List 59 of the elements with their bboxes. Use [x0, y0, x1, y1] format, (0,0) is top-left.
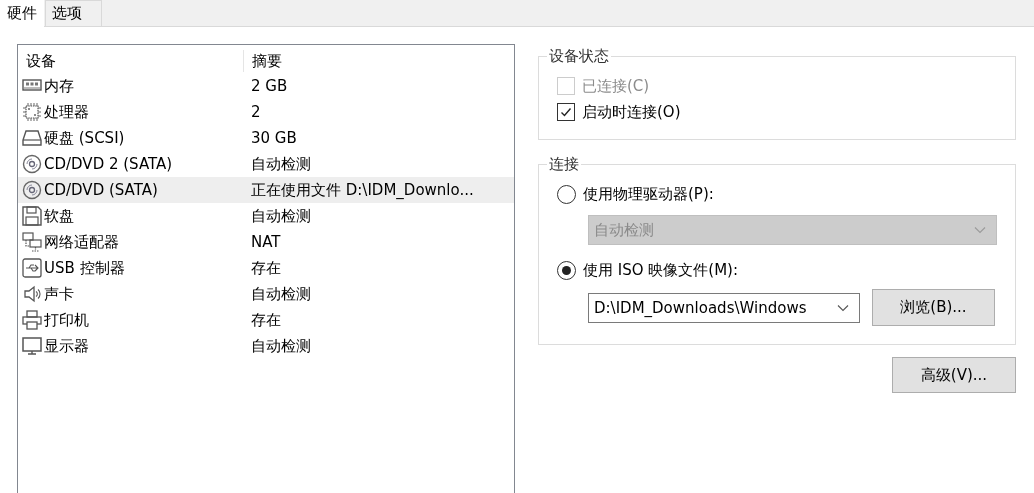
device-row[interactable]: 声卡 自动检测: [18, 281, 514, 307]
device-summary: 存在: [251, 310, 281, 330]
device-summary: 2: [251, 103, 261, 121]
device-summary: 30 GB: [251, 129, 297, 147]
device-row[interactable]: 打印机 存在: [18, 307, 514, 333]
iso-path-field[interactable]: D:\IDM_Downloads\Windows: [588, 292, 860, 323]
column-header[interactable]: 设备: [18, 51, 243, 71]
checkmark-icon: [559, 105, 573, 119]
device-name: CD/DVD 2 (SATA): [44, 155, 173, 173]
device-summary: 存在: [251, 258, 281, 278]
chevron-down-icon: [837, 303, 849, 312]
hard-drive-icon: [22, 128, 42, 148]
device-summary: 自动检测: [251, 336, 311, 356]
device-name: 网络适配器: [44, 232, 119, 252]
device-summary: 自动检测: [251, 154, 311, 174]
radio-label: 使用物理驱动器(P):: [583, 184, 714, 204]
device-summary: NAT: [251, 233, 281, 251]
device-row[interactable]: 处理器 2: [18, 99, 514, 125]
printer-icon: [22, 310, 42, 330]
device-row[interactable]: CD/DVD (SATA) 正在使用文件 D:\IDM_Downlo...: [18, 177, 514, 203]
group-title: 设备状态: [547, 46, 611, 66]
device-row[interactable]: 内存 2 GB: [18, 73, 514, 99]
device-name: 显示器: [44, 336, 89, 356]
group-title: 连接: [547, 154, 581, 174]
device-row[interactable]: 软盘 自动检测: [18, 203, 514, 229]
speaker-icon: [22, 284, 42, 304]
device-name: CD/DVD (SATA): [44, 181, 158, 199]
usb-icon: [22, 258, 42, 278]
advanced-button[interactable]: 高级(V)...: [892, 357, 1016, 393]
column-header[interactable]: 摘要: [243, 50, 282, 72]
device-name: 打印机: [44, 310, 89, 330]
device-row[interactable]: 显示器 自动检测: [18, 333, 514, 359]
chip-icon: [22, 102, 42, 122]
checkbox-label: 启动时连接(O): [582, 102, 681, 122]
device-name: USB 控制器: [44, 258, 125, 278]
device-name: 硬盘 (SCSI): [44, 128, 125, 148]
device-summary: 2 GB: [251, 77, 288, 95]
monitor-icon: [22, 336, 42, 356]
checkbox[interactable]: [557, 103, 575, 121]
chevron-down-icon: [974, 226, 986, 234]
tab[interactable]: 选项: [45, 0, 102, 26]
device-row[interactable]: USB 控制器 存在: [18, 255, 514, 281]
device-row[interactable]: CD/DVD 2 (SATA) 自动检测: [18, 151, 514, 177]
network-icon: [22, 232, 42, 252]
disc-icon: [22, 154, 42, 174]
device-summary: 正在使用文件 D:\IDM_Downlo...: [251, 180, 474, 200]
device-summary: 自动检测: [251, 206, 311, 226]
device-row[interactable]: 网络适配器 NAT: [18, 229, 514, 255]
device-name: 软盘: [44, 206, 74, 226]
device-name: 内存: [44, 76, 74, 96]
device-name: 声卡: [44, 284, 74, 304]
checkbox-label: 已连接(C): [582, 76, 650, 96]
device-summary: 自动检测: [251, 284, 311, 304]
device-row[interactable]: 硬盘 (SCSI) 30 GB: [18, 125, 514, 151]
disc-icon: [22, 180, 42, 200]
browse-button[interactable]: 浏览(B)...: [872, 289, 995, 326]
radio-label: 使用 ISO 映像文件(M):: [583, 260, 738, 280]
device-name: 处理器: [44, 102, 89, 122]
tab[interactable]: 硬件: [0, 0, 44, 27]
